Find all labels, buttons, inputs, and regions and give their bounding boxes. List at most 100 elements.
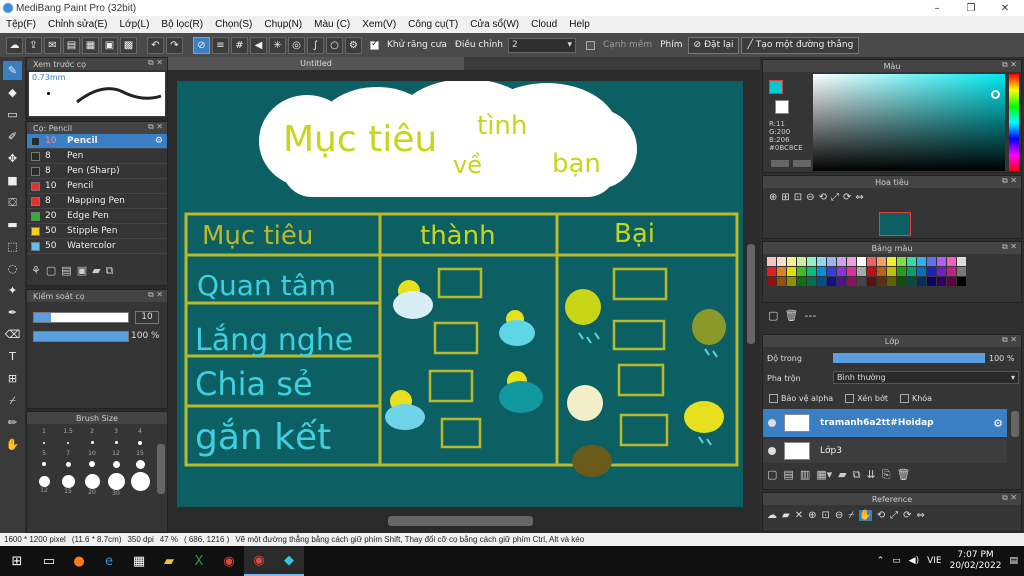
lock-checkbox[interactable] [899,394,909,403]
palette-swatch[interactable] [937,277,946,286]
snap-off-icon[interactable]: ⊘ [193,36,210,54]
grid-icon[interactable]: ▦ [82,36,99,54]
zoom-in-icon[interactable]: ⊕ [808,510,816,521]
palette-swatch[interactable] [857,267,866,276]
panel-options-icon[interactable]: ⧉ ✕ [1002,60,1017,70]
text-tool-icon[interactable]: T [3,347,22,366]
file-explorer-icon[interactable]: ▰ [154,546,184,576]
fit-window-icon[interactable]: ⤢ [831,192,839,203]
palette-swatch[interactable] [817,267,826,276]
panel-options-icon[interactable]: ⧉ ✕ [148,58,163,68]
palette-swatch[interactable] [877,267,886,276]
palette-swatch[interactable] [907,277,916,286]
drawing-board[interactable]: Mục tiêu tình về bạn Mục tiêu thành Bại … [177,81,743,507]
select-pen-icon[interactable]: ✒ [3,303,22,322]
menu-select[interactable]: Chọn(S) [209,19,258,30]
concentric-snap-icon[interactable]: ◎ [288,36,305,54]
cloud-icon[interactable]: ☁ [6,36,23,54]
palette-swatch[interactable] [897,277,906,286]
palette-swatch[interactable] [927,257,936,266]
palette-swatch[interactable] [917,257,926,266]
new-layer-icon[interactable]: ▢ [767,468,777,482]
eyedropper-color-button[interactable] [793,160,811,167]
zoom-out-icon[interactable]: ⊖ [835,510,843,521]
palette-swatch[interactable] [907,257,916,266]
close-icon[interactable]: ✕ [795,510,803,521]
chrome-icon[interactable]: ◉ [214,546,244,576]
duplicate-layer-icon[interactable]: ⧉ [853,468,861,482]
chrome-active-icon[interactable]: ◉ [244,546,274,576]
menu-edit[interactable]: Chỉnh sửa(E) [42,19,114,30]
task-view-icon[interactable]: ▭ [34,546,64,576]
select-eraser-icon[interactable]: ⌫ [3,325,22,344]
rotate-left-icon[interactable]: ⟲ [877,510,885,521]
zoom-out-icon[interactable]: ⊖ [806,192,814,203]
correction-select[interactable]: 2 ▾ [507,37,576,53]
palette-swatch[interactable] [797,257,806,266]
brush-item[interactable]: 8 Mapping Pen [27,194,167,209]
palette-swatch[interactable] [957,277,966,286]
menu-window[interactable]: Cửa sổ(W) [464,19,525,30]
edge-icon[interactable]: e [94,546,124,576]
eyedropper-icon[interactable]: ⌿ [848,510,854,521]
palette-swatch[interactable] [847,257,856,266]
brush-tool-icon[interactable]: ✎ [3,61,22,80]
gear-icon[interactable]: ⚙ [345,36,362,54]
pencil-tool-icon[interactable]: ✏ [3,413,22,432]
firefox-icon[interactable]: ● [64,546,94,576]
divide-tool-icon[interactable]: ⊞ [3,369,22,388]
panel-options-icon[interactable]: ⧉ ✕ [148,122,163,132]
curve-snap-icon[interactable]: ∫ [307,36,324,54]
palette-swatch[interactable] [857,257,866,266]
system-clock[interactable]: 7:07 PM 20/02/2022 [950,550,1002,572]
palette-swatch[interactable] [817,257,826,266]
palette-swatch[interactable] [787,267,796,276]
size-cell[interactable]: 12 [105,450,127,470]
merge-layer-icon[interactable]: ⇊ [866,468,875,482]
palette-swatch[interactable] [787,277,796,286]
palette-swatch[interactable] [887,277,896,286]
radial-snap-icon[interactable]: ✳ [269,36,286,54]
brush-size-scrollbar[interactable] [157,444,165,494]
brush-item[interactable]: 10 Pencil ⚙ [27,134,167,149]
gear-icon[interactable]: ⚙ [993,417,1003,430]
palette-swatch[interactable] [917,277,926,286]
add-color-button[interactable] [771,160,789,167]
palette-swatch[interactable] [767,267,776,276]
panel-options-icon[interactable]: ⧉ ✕ [1002,242,1017,252]
palette-swatch[interactable] [837,257,846,266]
palette-swatch[interactable] [897,257,906,266]
size-cell[interactable]: 1 [33,428,55,448]
circle-snap-icon[interactable]: ○ [326,36,343,54]
fit-icon[interactable]: ⤢ [890,510,898,521]
input-language[interactable]: VIE [927,556,942,566]
size-cell[interactable]: 30 [105,472,127,498]
hand-icon[interactable]: ✋ [859,510,872,521]
brush-menu-icon[interactable]: ▤ [61,264,71,278]
layer-row[interactable]: Lớp3 [763,439,1007,463]
navigator-thumbnail[interactable] [879,212,911,236]
menu-layer[interactable]: Lớp(L) [114,19,156,30]
palette-swatch[interactable] [807,257,816,266]
palette-swatch[interactable] [777,267,786,276]
panel-icon[interactable]: ▣ [101,36,118,54]
rotate-left-icon[interactable]: ⟲ [819,192,827,203]
brush-item[interactable]: 50 Stipple Pen [27,224,167,239]
size-cell[interactable]: 20 [81,472,103,498]
comment-icon[interactable]: ✉ [44,36,61,54]
palette-swatch[interactable] [867,277,876,286]
layer-scrollbar[interactable] [1011,411,1019,437]
palette-swatch[interactable] [877,277,886,286]
new-halftone-layer-icon[interactable]: ▤ [783,468,793,482]
chevron-up-icon[interactable]: ⌃ [877,556,885,566]
palette-swatch[interactable] [957,257,966,266]
maximize-button[interactable]: ❐ [954,0,988,16]
flip-icon[interactable]: ⇔ [855,192,863,203]
menu-file[interactable]: Tệp(F) [0,19,42,30]
trash-icon[interactable]: 🗑 [784,309,798,322]
parallel-snap-icon[interactable]: ≡ [212,36,229,54]
cloud-icon[interactable]: ☁ [767,510,777,521]
brush-item[interactable]: 8 Pen [27,149,167,164]
fill-rect-tool-icon[interactable]: ■ [3,171,22,190]
document-icon[interactable]: ▤ [63,36,80,54]
